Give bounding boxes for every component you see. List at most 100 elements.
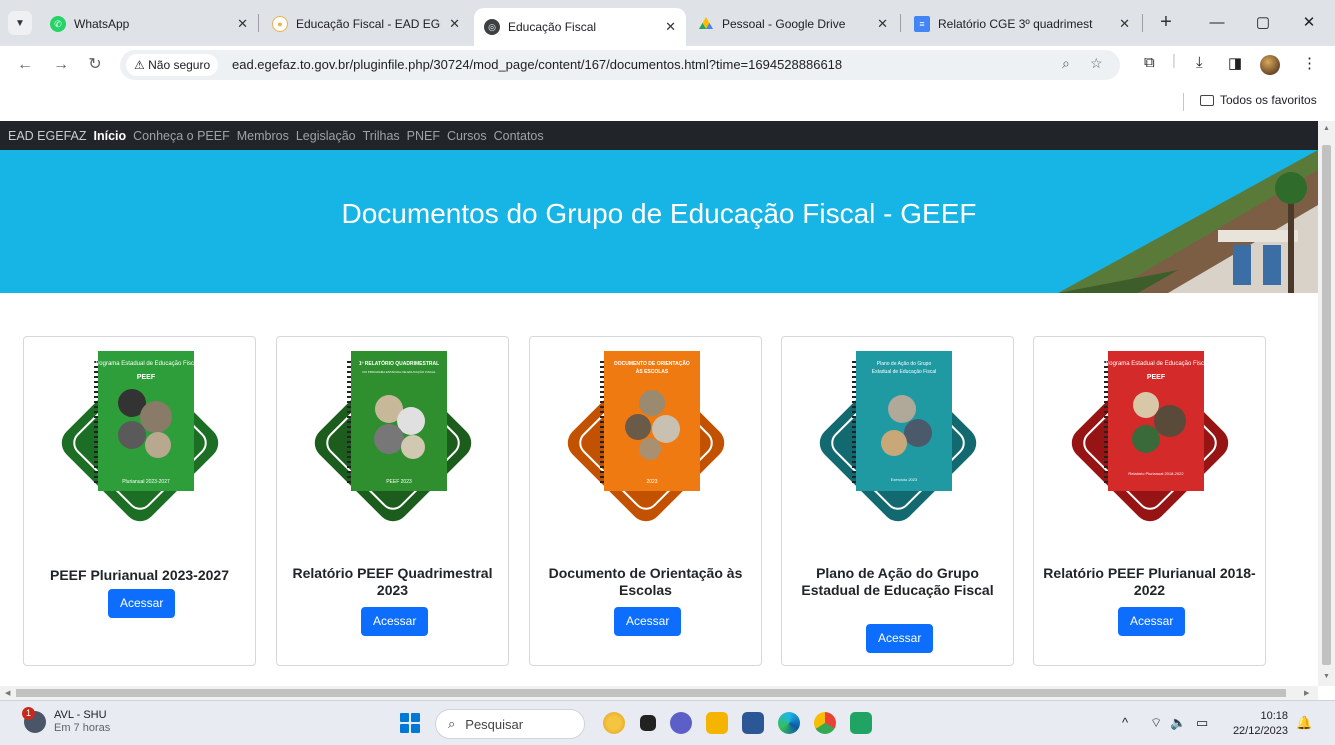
cover-brand: Estadual de Educação Fiscal xyxy=(872,369,936,375)
teams-chat-icon[interactable] xyxy=(670,712,692,734)
tab-google-drive[interactable]: Pessoal - Google Drive ✕ xyxy=(688,8,898,40)
nav-link-cursos[interactable]: Cursos xyxy=(447,129,487,143)
microsoft-store-icon[interactable] xyxy=(742,712,764,734)
cover-brand: PEEF xyxy=(1147,374,1166,381)
nav-link-contatos[interactable]: Contatos xyxy=(494,129,544,143)
weather-title: AVL - SHU xyxy=(54,709,107,721)
tab-title: Educação Fiscal xyxy=(508,20,597,34)
download-icon[interactable]: ⤓ xyxy=(1196,54,1203,71)
building-photo xyxy=(1058,150,1318,293)
restore-icon[interactable]: ▢ xyxy=(1248,10,1278,36)
close-tab-icon[interactable]: ✕ xyxy=(449,16,460,32)
cover-footer: Plurianual 2023-2027 xyxy=(122,479,170,485)
forward-arrow-icon[interactable]: → xyxy=(48,52,74,78)
card-title: Relatório PEEF Quadrimestral 2023 xyxy=(292,565,493,598)
access-button[interactable]: Acessar xyxy=(614,607,682,636)
nav-link-inicio[interactable]: Início xyxy=(94,129,127,143)
green-app-icon[interactable] xyxy=(850,712,872,734)
cover-footer: 2023 xyxy=(646,479,657,485)
address-bar[interactable]: ⚠ Não seguro ead.egefaz.to.gov.br/plugin… xyxy=(120,50,1120,80)
whatsapp-icon: ✆ xyxy=(50,16,66,32)
access-button[interactable]: Acessar xyxy=(361,607,429,636)
windows-start-icon[interactable] xyxy=(400,713,420,733)
tab-search-chevron-icon[interactable]: ▼ xyxy=(8,11,32,35)
scroll-right-arrow-icon[interactable]: ▶ xyxy=(1304,689,1309,697)
document-cover-image[interactable]: Programa Estadual de Educação Fiscal PEE… xyxy=(1050,343,1250,543)
google-drive-icon xyxy=(699,17,713,29)
new-tab-plus-icon[interactable]: + xyxy=(1153,10,1179,36)
extensions-puzzle-icon[interactable]: ⧉ xyxy=(1144,54,1155,71)
search-placeholder: Pesquisar xyxy=(465,716,524,732)
cover-brand: ÀS ESCOLAS xyxy=(636,368,669,375)
close-tab-icon[interactable]: ✕ xyxy=(665,19,676,35)
access-button[interactable]: Acessar xyxy=(1118,607,1186,636)
cover-footer: Exercício 2023 xyxy=(891,477,918,482)
nav-link-pnef[interactable]: PNEF xyxy=(407,129,440,143)
close-tab-icon[interactable]: ✕ xyxy=(237,16,248,32)
task-view-icon[interactable] xyxy=(640,715,656,731)
scroll-left-arrow-icon[interactable]: ◀ xyxy=(5,689,10,697)
tab-educacao-fiscal-ead[interactable]: ● Educação Fiscal - EAD EGEFAZ ✕ xyxy=(262,8,470,40)
folder-icon xyxy=(1200,94,1214,106)
profile-avatar[interactable] xyxy=(1260,55,1280,75)
document-card: Plano de Ação do Grupo Estadual de Educa… xyxy=(781,336,1014,666)
tab-separator xyxy=(900,14,901,32)
close-window-icon[interactable]: ✕ xyxy=(1294,10,1324,36)
access-button[interactable]: Acessar xyxy=(866,624,934,653)
vertical-scrollbar[interactable]: ▲ ▼ xyxy=(1318,121,1335,686)
edge-browser-icon[interactable] xyxy=(778,712,800,734)
tab-educacao-fiscal-active[interactable]: ◎ Educação Fiscal ✕ xyxy=(474,8,686,46)
minimize-icon[interactable]: — xyxy=(1202,10,1232,36)
nav-link-membros[interactable]: Membros xyxy=(237,129,289,143)
nav-link-trilhas[interactable]: Trilhas xyxy=(363,129,400,143)
site-brand[interactable]: EAD EGEFAZ xyxy=(8,129,87,143)
system-clock[interactable]: 10:18 22/12/2023 xyxy=(1228,709,1288,739)
close-tab-icon[interactable]: ✕ xyxy=(877,16,888,32)
bookmark-star-icon[interactable]: ☆ xyxy=(1090,55,1103,72)
document-cover-image[interactable]: DOCUMENTO DE ORIENTAÇÃO ÀS ESCOLAS 2023 xyxy=(546,343,746,543)
more-menu-icon[interactable]: ⋮ xyxy=(1302,54,1317,72)
browser-toolbar: ← → ↻ ⚠ Não seguro ead.egefaz.to.gov.br/… xyxy=(0,46,1335,84)
card-title: Plano de Ação do Grupo Estadual de Educa… xyxy=(801,565,994,598)
browser-tab-strip: ▼ ✆ WhatsApp ✕ ● Educação Fiscal - EAD E… xyxy=(0,0,1335,46)
scroll-up-arrow-icon[interactable]: ▲ xyxy=(1323,125,1330,132)
tab-whatsapp[interactable]: ✆ WhatsApp ✕ xyxy=(40,8,258,40)
chrome-browser-icon[interactable] xyxy=(814,712,836,734)
widgets-app-icon[interactable] xyxy=(603,712,625,734)
horizontal-scroll-thumb[interactable] xyxy=(16,689,1286,697)
wifi-icon[interactable]: ⌔ xyxy=(1150,715,1162,731)
nav-link-conheca-peef[interactable]: Conheça o PEEF xyxy=(133,129,230,143)
document-cover-image[interactable]: Plano de Ação do Grupo Estadual de Educa… xyxy=(798,343,998,543)
url-text[interactable]: ead.egefaz.to.gov.br/pluginfile.php/3072… xyxy=(232,57,842,72)
close-tab-icon[interactable]: ✕ xyxy=(1119,16,1130,32)
search-icon: ⌕ xyxy=(448,716,456,731)
taskbar-search[interactable]: ⌕ Pesquisar xyxy=(435,709,585,739)
security-chip[interactable]: ⚠ Não seguro xyxy=(126,54,219,76)
file-explorer-icon[interactable] xyxy=(706,712,728,734)
nav-link-legislacao[interactable]: Legislação xyxy=(296,129,356,143)
back-arrow-icon[interactable]: ← xyxy=(12,52,38,78)
weather-widget[interactable]: 1 AVL - SHU Em 7 horas xyxy=(22,707,110,735)
clock-date: 22/12/2023 xyxy=(1232,725,1288,737)
bookmarks-folder-label: Todos os favoritos xyxy=(1220,93,1317,107)
bookmarks-bar: Todos os favoritos xyxy=(0,84,1335,121)
horizontal-scrollbar[interactable]: ◀ ▶ xyxy=(0,686,1318,700)
reload-icon[interactable]: ↻ xyxy=(82,52,108,78)
all-bookmarks-folder[interactable]: Todos os favoritos xyxy=(1200,93,1317,107)
cover-heading: Programa Estadual de Educação Fiscal xyxy=(93,361,198,367)
document-cover-image[interactable]: Programa Estadual de Educação Fiscal PEE… xyxy=(40,343,240,543)
tray-chevron-up-icon[interactable]: ^ xyxy=(1122,715,1128,730)
site-navbar: EAD EGEFAZ Início Conheça o PEEF Membros… xyxy=(0,121,1318,150)
notification-bell-icon[interactable]: 🔔 xyxy=(1296,715,1312,731)
battery-icon[interactable]: ▭ xyxy=(1196,715,1208,731)
tab-relatorio-cge[interactable]: ≡ Relatório CGE 3º quadrimest ✕ xyxy=(904,8,1140,40)
scroll-down-arrow-icon[interactable]: ▼ xyxy=(1323,673,1330,680)
card-title: PEEF Plurianual 2023-2027 xyxy=(50,567,229,583)
access-button[interactable]: Acessar xyxy=(108,589,176,618)
side-panel-icon[interactable]: ◨ xyxy=(1228,54,1242,72)
document-cover-image[interactable]: 1º RELATÓRIO QUADRIMESTRAL DO PROGRAMA E… xyxy=(293,343,493,543)
tab-title: Pessoal - Google Drive xyxy=(722,17,846,31)
vertical-scroll-thumb[interactable] xyxy=(1322,145,1331,665)
zoom-magnifier-icon[interactable]: ⌕ xyxy=(1062,55,1070,72)
volume-icon[interactable]: 🔈 xyxy=(1170,715,1186,731)
